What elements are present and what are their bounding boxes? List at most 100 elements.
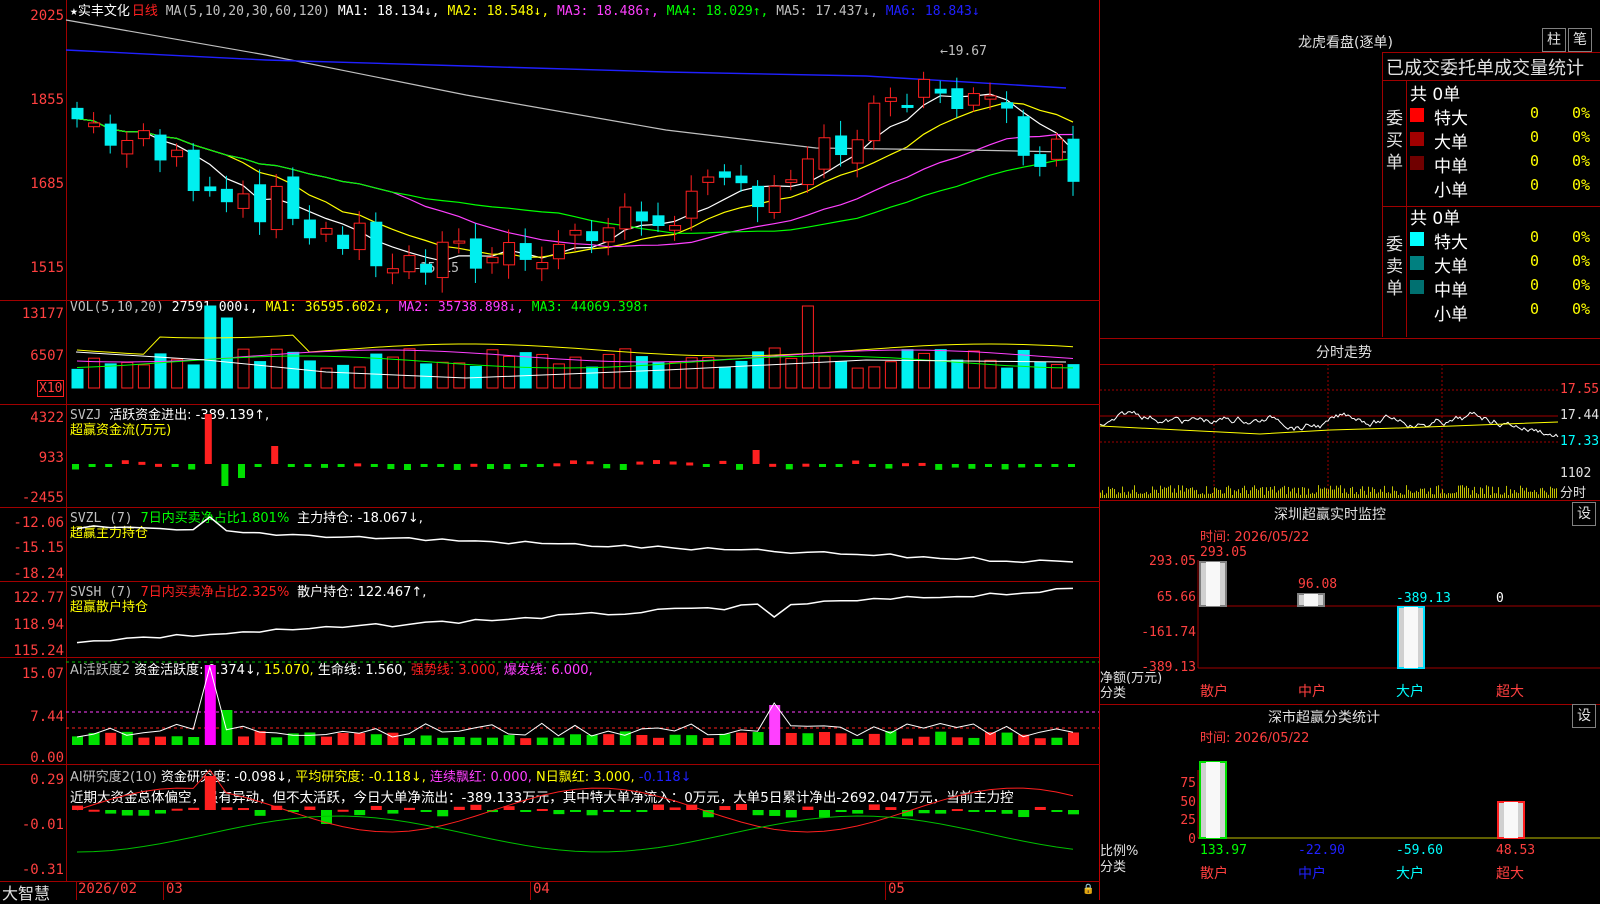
- intraday-vol-bar: [1524, 490, 1525, 498]
- bar-mode-button[interactable]: 柱: [1542, 28, 1566, 52]
- ai-research-chart[interactable]: [66, 764, 1099, 881]
- svsh-chart[interactable]: [66, 581, 1099, 657]
- monitor-value: -389.13: [1396, 591, 1451, 606]
- candle: [1067, 138, 1080, 182]
- research-bar: [437, 810, 449, 817]
- intraday-chart[interactable]: [1099, 364, 1559, 500]
- activity-bar: [968, 737, 980, 745]
- intraday-vol-bar: [1556, 488, 1557, 498]
- intraday-vol-bar: [1454, 493, 1455, 498]
- research-bar: [819, 810, 830, 818]
- research-bar: [221, 807, 233, 810]
- svzl-chart[interactable]: [66, 507, 1099, 581]
- fund-flow-bar: [354, 463, 362, 467]
- fund-flow-bar: [105, 464, 113, 467]
- volume-chart[interactable]: [66, 300, 1099, 404]
- intraday-vol-bar: [1276, 492, 1277, 498]
- intraday-vol-bar: [1430, 487, 1431, 498]
- activity-bar: [1001, 732, 1013, 745]
- fund-flow-bar: [1034, 464, 1042, 467]
- order-percent: 0%: [1572, 252, 1591, 270]
- sz-monitor-chart[interactable]: 293.05 96.08 -389.13 0 散户 中户 大户 超大: [1197, 540, 1600, 700]
- intraday-vol-bar: [1532, 491, 1533, 498]
- sz-monitor-ytick: 65.66: [1156, 590, 1196, 605]
- intraday-vol-bar: [1158, 492, 1159, 498]
- intraday-vol-bar: [1384, 485, 1385, 498]
- sz-stat-title: 深市超赢分类统计: [1268, 710, 1380, 726]
- intraday-vol-bar: [1170, 485, 1171, 498]
- order-size-label: 特大: [1434, 233, 1468, 253]
- intraday-vol-bar: [1398, 494, 1399, 498]
- ma120-line: [65, 49, 1067, 89]
- candle: [436, 241, 449, 279]
- retail-ratio-bar-shine: [1206, 762, 1220, 838]
- activity-bar: [354, 733, 366, 745]
- svzj-chart[interactable]: [66, 404, 1099, 507]
- volume-bar: [187, 364, 200, 389]
- candle: [469, 238, 482, 269]
- intraday-vol-bar: [1130, 493, 1131, 498]
- intraday-vol-bar: [1304, 487, 1305, 498]
- intraday-vol-bar: [1424, 488, 1425, 498]
- intraday-vol-bar: [1162, 489, 1163, 498]
- tick-mode-button[interactable]: 笔: [1568, 28, 1592, 52]
- fund-flow-bar: [437, 464, 445, 467]
- lock-icon[interactable]: 🔒: [1082, 884, 1094, 895]
- intraday-vol-bar: [1496, 493, 1497, 498]
- research-bar: [736, 804, 747, 810]
- monitor-value: 0: [1496, 591, 1504, 606]
- volume-bar: [602, 353, 615, 389]
- research-bar: [619, 810, 631, 812]
- intraday-vol-bar: [1126, 494, 1127, 498]
- intraday-vol-bar: [1224, 493, 1225, 498]
- intraday-vol-bar: [1236, 491, 1237, 498]
- intraday-vol-bar: [1136, 492, 1137, 498]
- ai-activity-chart[interactable]: [66, 657, 1099, 764]
- activity-bar: [155, 736, 166, 745]
- intraday-vol-bar: [1536, 492, 1537, 498]
- fund-flow-bar: [138, 461, 146, 465]
- intraday-vol-bar: [1420, 488, 1421, 498]
- fund-flow-bar: [835, 464, 843, 468]
- main-chart-area[interactable]: ★实丰文化 日线 MA(5,10,20,30,60,120) MA1: 18.13…: [0, 0, 1100, 903]
- intraday-vol-bar: [1120, 493, 1121, 498]
- intraday-vol-bar: [1292, 488, 1293, 498]
- fund-flow-bar: [885, 464, 893, 469]
- svzl-ytick: -12.06: [13, 515, 64, 531]
- vol-unit-badge: X10: [37, 380, 65, 397]
- intraday-vol-bar: [1146, 491, 1147, 498]
- intraday-vol-bar: [1464, 487, 1465, 498]
- activity-bar: [453, 736, 465, 745]
- sz-monitor-settings-button[interactable]: 设: [1572, 502, 1596, 526]
- right-sidebar: 龙虎看盘(逐单) 柱 笔 已成交委托单成交量统计 委买单 委卖单 共 0单 特大 0…: [1099, 0, 1600, 900]
- candle: [984, 95, 997, 100]
- sz-stat-settings-button[interactable]: 设: [1572, 704, 1596, 728]
- intraday-vol-bar: [1402, 494, 1403, 498]
- vol-ytick: 13177: [21, 306, 64, 322]
- candle: [569, 229, 582, 236]
- intraday-vol-bar: [1482, 488, 1483, 498]
- intraday-vol-bar: [1542, 487, 1543, 498]
- research-bar: [868, 804, 880, 810]
- order-percent: 0%: [1572, 276, 1591, 294]
- candle: [635, 211, 648, 222]
- svsh-ytick: 122.77: [13, 590, 64, 606]
- svzj-ytick: -2455: [21, 490, 64, 506]
- intraday-vol-bar: [1526, 487, 1527, 498]
- fund-flow-bar: [155, 463, 162, 467]
- sz-stat-chart[interactable]: 133.97 -22.90 -59.60 48.53 散户 中户 大户 超大: [1197, 740, 1600, 900]
- kline-chart[interactable]: [65, 0, 1099, 300]
- intraday-vol-bar: [1270, 487, 1271, 498]
- fund-flow-bar: [1068, 464, 1075, 467]
- ratio-value: 133.97: [1200, 843, 1247, 858]
- fund-flow-bar: [370, 464, 378, 467]
- candle: [353, 222, 366, 251]
- research-bar: [121, 810, 133, 816]
- fenshi-ytick: 17.33: [1560, 434, 1600, 449]
- intraday-vol-bar: [1494, 493, 1495, 498]
- x-axis-label: 05: [888, 881, 905, 897]
- mid-bar-shine: [1304, 594, 1318, 606]
- candle: [121, 139, 134, 155]
- x-axis-label: 04: [533, 881, 550, 897]
- fund-flow-bar: [88, 464, 96, 467]
